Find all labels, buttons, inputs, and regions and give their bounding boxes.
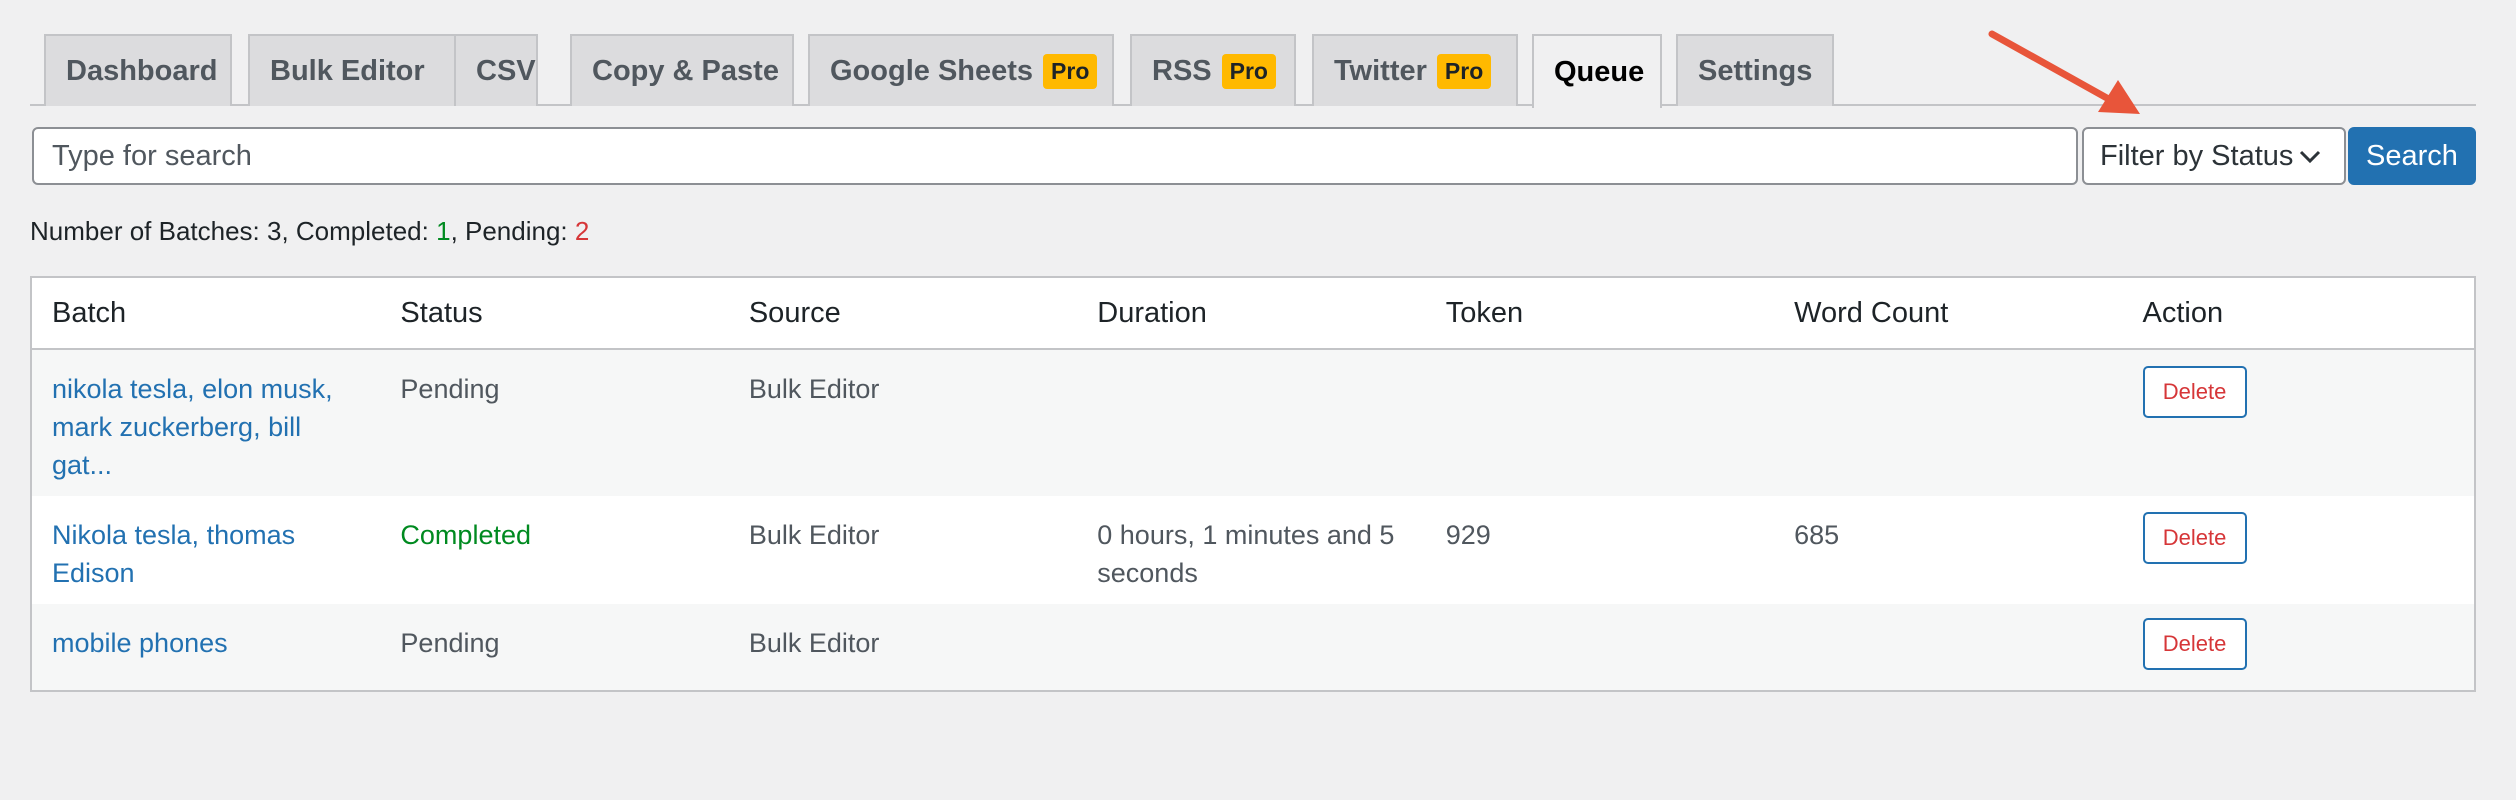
token-cell <box>1426 604 1774 624</box>
pro-badge: Pro <box>1436 53 1492 89</box>
pending-count: 2 <box>574 216 590 246</box>
summary-prefix: Number of Batches: 3, Completed: <box>30 216 437 246</box>
status-cell: Pending <box>400 374 500 404</box>
arrow-icon <box>1988 30 2140 114</box>
tab-label: Settings <box>1698 54 1813 87</box>
tab-label: Bulk Editor <box>270 54 425 87</box>
batch-summary: Number of Batches: 3, Completed: 1, Pend… <box>30 216 589 247</box>
status-filter-select[interactable]: Filter by Status <box>2082 127 2346 185</box>
tab-label: Copy & Paste <box>592 54 779 87</box>
tab-label: Google Sheets <box>830 54 1034 87</box>
header-batch[interactable]: Batch <box>32 297 380 330</box>
tab-label: RSS <box>1152 54 1212 87</box>
tab-label: CSV <box>476 54 536 87</box>
table-row: nikola tesla, elon musk, mark zuckerberg… <box>32 350 2474 496</box>
tab-rss[interactable]: RSS Pro <box>1130 34 1296 106</box>
search-button[interactable]: Search <box>2348 127 2476 185</box>
table-row: Nikola tesla, thomas Edison Completed Bu… <box>32 496 2474 604</box>
status-cell: Completed <box>400 520 531 550</box>
source-cell: Bulk Editor <box>748 520 880 550</box>
batch-link[interactable]: nikola tesla, elon musk, mark zuckerberg… <box>52 374 333 480</box>
tab-label: Dashboard <box>66 54 218 87</box>
batch-cell: nikola tesla, elon musk, mark zuckerberg… <box>32 350 380 484</box>
tab-bulk-editor[interactable]: Bulk Editor <box>248 34 466 106</box>
header-action: Action <box>2142 296 2224 329</box>
queue-table: Batch Status Source Duration Token Word … <box>30 276 2476 692</box>
table-row: mobile phones Pending Bulk Editor Delete <box>32 604 2474 690</box>
source-cell: Bulk Editor <box>748 628 880 658</box>
word-count-cell <box>1774 350 2122 370</box>
pro-badge: Pro <box>1043 53 1098 89</box>
tab-dashboard[interactable]: Dashboard <box>44 34 232 106</box>
batch-link[interactable]: mobile phones <box>52 628 228 658</box>
action-cell: Delete <box>2123 496 2474 564</box>
delete-button[interactable]: Delete <box>2142 512 2247 564</box>
delete-button[interactable]: Delete <box>2142 366 2247 418</box>
status-cell: Pending <box>400 628 500 658</box>
completed-count: 1 <box>436 216 451 246</box>
batch-cell: mobile phones <box>32 604 380 662</box>
word-count-cell <box>1774 604 2122 624</box>
header-token[interactable]: Token <box>1426 297 1774 330</box>
chevron-down-icon <box>2299 150 2321 164</box>
duration-cell <box>1077 604 1425 624</box>
table-header: Batch Status Source Duration Token Word … <box>32 278 2474 350</box>
tab-label: Queue <box>1554 55 1645 88</box>
token-cell: 929 <box>1445 520 1491 550</box>
batch-link[interactable]: Nikola tesla, thomas Edison <box>52 520 295 588</box>
header-duration[interactable]: Duration <box>1077 297 1425 330</box>
tab-settings[interactable]: Settings <box>1676 34 1834 106</box>
action-cell: Delete <box>2123 350 2474 418</box>
token-cell <box>1426 350 1774 370</box>
tab-twitter[interactable]: Twitter Pro <box>1312 34 1518 106</box>
summary-middle: , Pending: <box>450 216 575 246</box>
search-button-label: Search <box>2366 139 2458 172</box>
search-input[interactable] <box>32 127 2078 185</box>
tab-label: Twitter <box>1334 54 1427 87</box>
delete-button[interactable]: Delete <box>2142 618 2247 670</box>
batch-cell: Nikola tesla, thomas Edison <box>32 496 380 592</box>
word-count-cell: 685 <box>1794 520 1840 550</box>
tab-queue[interactable]: Queue <box>1532 34 1662 108</box>
tab-google-sheets[interactable]: Google Sheets Pro <box>808 34 1114 106</box>
header-word-count[interactable]: Word Count <box>1774 297 2122 330</box>
duration-cell <box>1077 350 1425 370</box>
action-cell: Delete <box>2123 604 2474 670</box>
source-cell: Bulk Editor <box>748 374 880 404</box>
filter-selected-label: Filter by Status <box>2100 139 2294 172</box>
pro-badge: Pro <box>1221 53 1276 89</box>
header-status[interactable]: Status <box>380 297 728 330</box>
tab-csv[interactable]: CSV <box>454 34 538 106</box>
header-source[interactable]: Source <box>729 297 1077 330</box>
tab-copy-paste[interactable]: Copy & Paste <box>570 34 794 106</box>
duration-cell: 0 hours, 1 minutes and 5 seconds <box>1097 520 1395 588</box>
